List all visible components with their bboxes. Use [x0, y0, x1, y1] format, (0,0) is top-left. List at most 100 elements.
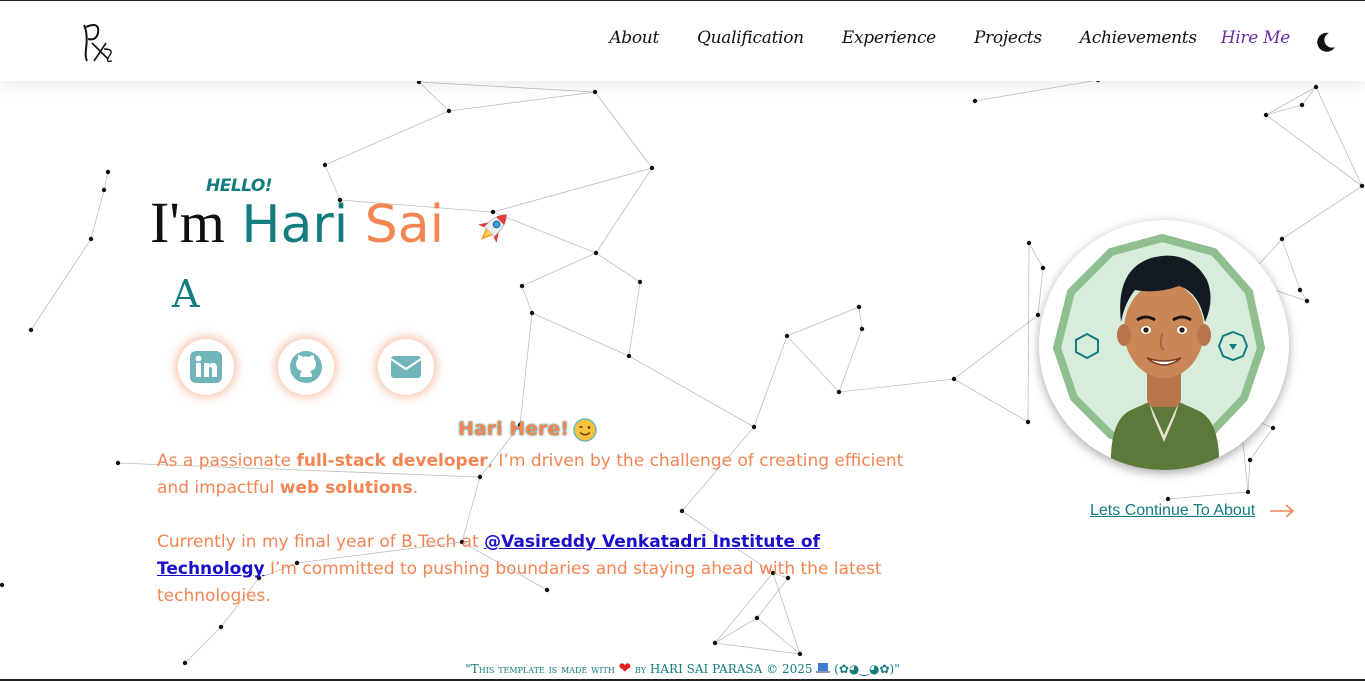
- network-link: [594, 91, 653, 169]
- mail-icon: [390, 356, 422, 378]
- nav-qualification[interactable]: Qualification: [697, 28, 804, 48]
- network-link: [1027, 242, 1030, 423]
- network-node: [1299, 102, 1305, 108]
- network-link: [1247, 459, 1251, 493]
- network-node: [1035, 312, 1041, 318]
- typed-text: A: [172, 272, 200, 316]
- network-node: [1313, 84, 1319, 90]
- github-icon: [290, 351, 322, 383]
- nav-projects[interactable]: Projects: [974, 28, 1042, 48]
- network-node: [1270, 425, 1276, 431]
- network-link: [953, 378, 1029, 423]
- network-link: [1315, 86, 1363, 187]
- network-link: [1265, 104, 1303, 116]
- network-node: [626, 353, 632, 359]
- intro-text: As a passionate full-stack developer, I’…: [157, 448, 917, 637]
- continue-label: Lets Continue To About: [1090, 502, 1256, 519]
- network-link: [1037, 267, 1044, 316]
- top-navbar: About Qualification Experience Projects …: [0, 1, 1365, 81]
- nav-about[interactable]: About: [609, 28, 659, 48]
- footer-suffix: (✿◕‿◕✿)": [834, 662, 900, 676]
- network-link: [1249, 427, 1274, 461]
- network-link: [30, 238, 92, 331]
- github-button[interactable]: [278, 339, 334, 395]
- network-node: [797, 651, 803, 657]
- site-logo[interactable]: [78, 19, 118, 65]
- network-node: [529, 310, 535, 316]
- about-intro-title: Hari Here!: [458, 418, 569, 440]
- intro-text-segment: .: [412, 478, 419, 498]
- hire-me-link[interactable]: Hire Me: [1221, 28, 1291, 48]
- network-link: [953, 314, 1039, 380]
- network-node: [519, 283, 525, 289]
- network-link: [628, 355, 755, 428]
- network-node: [1263, 112, 1269, 118]
- profile-avatar: [1039, 220, 1289, 470]
- linkedin-button[interactable]: [178, 339, 234, 395]
- nav-achievements[interactable]: Achievements: [1080, 28, 1197, 48]
- intro-text-segment: As a passionate: [157, 451, 297, 471]
- network-link: [521, 252, 597, 287]
- highlight-full-stack: full-stack developer: [296, 451, 488, 471]
- network-node: [88, 236, 94, 242]
- footer-credit: "This template is made with ❤ by HARI SA…: [0, 659, 1365, 677]
- network-node: [105, 169, 111, 175]
- network-node: [1025, 419, 1031, 425]
- network-node: [446, 108, 452, 114]
- network-node: [859, 326, 865, 332]
- network-node: [649, 165, 655, 171]
- network-link: [1028, 242, 1044, 269]
- network-link: [1265, 86, 1317, 116]
- footer-author-name: HARI SAI PARASA: [649, 662, 763, 676]
- continue-to-about-link[interactable]: Lets Continue To About: [1090, 502, 1295, 520]
- intro-text-segment: Currently in my final year of B.Tech at: [157, 532, 485, 552]
- headline-last-name: Sai: [364, 195, 445, 255]
- network-link: [531, 312, 630, 357]
- intro-paragraph-1: As a passionate full-stack developer, I’…: [157, 448, 917, 502]
- rocket-icon: [478, 214, 507, 243]
- heart-icon: ❤: [618, 659, 632, 677]
- network-node: [101, 187, 107, 193]
- network-link: [786, 306, 860, 337]
- network-link: [418, 81, 596, 93]
- network-link: [90, 189, 105, 240]
- linkedin-icon: [190, 351, 222, 383]
- network-link: [521, 285, 533, 314]
- moon-icon[interactable]: [1315, 31, 1337, 53]
- network-node: [712, 640, 718, 646]
- network-node: [1304, 298, 1310, 304]
- nav-experience[interactable]: Experience: [842, 28, 936, 48]
- network-link: [492, 167, 653, 213]
- intro-paragraph-2: Currently in my final year of B.Tech at …: [157, 529, 917, 610]
- network-node: [1026, 240, 1032, 246]
- hero-headline: I'm Hari Sai: [150, 194, 444, 252]
- network-node: [593, 250, 599, 256]
- headline-first-name: Hari: [241, 195, 349, 255]
- network-link: [1301, 86, 1317, 106]
- network-link: [1265, 114, 1363, 187]
- network-link: [595, 167, 653, 254]
- network-node: [28, 327, 34, 333]
- network-link: [1281, 185, 1363, 240]
- highlight-web-solutions: web solutions: [279, 478, 413, 498]
- email-button[interactable]: [378, 339, 434, 395]
- network-node: [1279, 236, 1285, 242]
- network-node: [1247, 457, 1253, 463]
- network-node: [1040, 265, 1046, 271]
- network-node: [1245, 489, 1251, 495]
- network-link: [753, 335, 788, 428]
- network-node: [592, 89, 598, 95]
- network-link: [103, 171, 109, 191]
- network-node: [0, 582, 5, 588]
- avatar-illustration: [1052, 233, 1266, 470]
- winking-face-icon: [573, 418, 597, 442]
- headline-im: I'm: [150, 190, 225, 255]
- network-link: [324, 110, 450, 166]
- network-link: [448, 91, 596, 112]
- network-node: [836, 389, 842, 395]
- network-link: [786, 335, 840, 393]
- network-node: [856, 304, 862, 310]
- network-node: [784, 333, 790, 339]
- network-node: [972, 98, 978, 104]
- footer-by: by: [635, 662, 647, 676]
